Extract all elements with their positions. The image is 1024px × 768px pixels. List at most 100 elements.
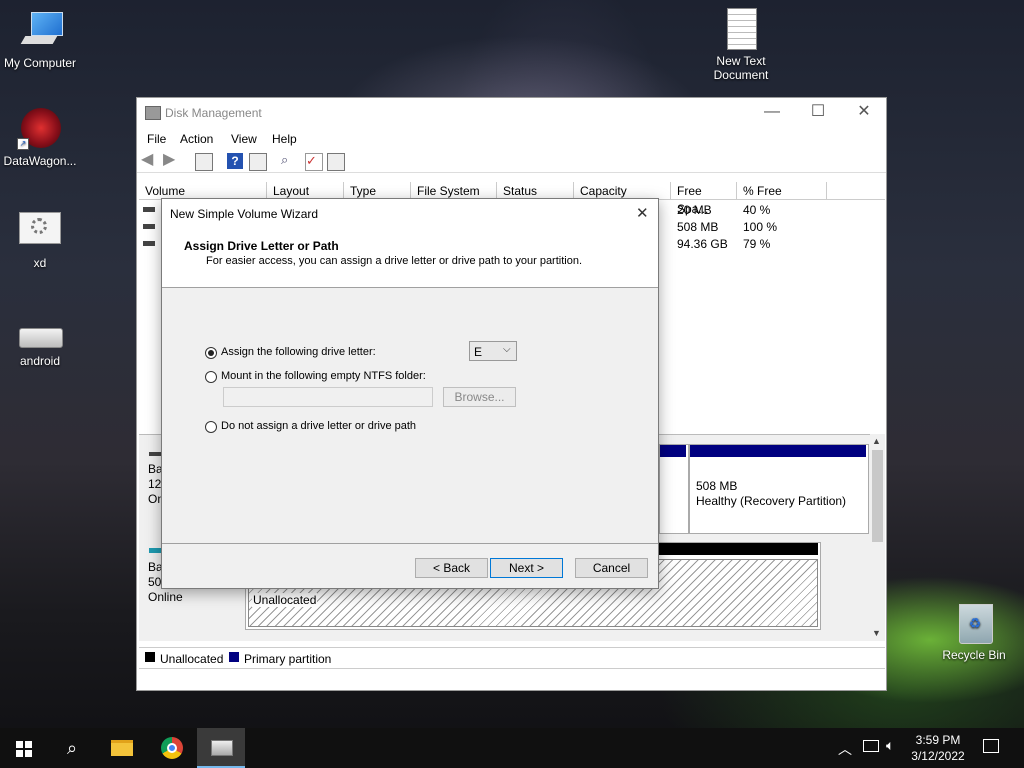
label-no-letter[interactable]: Do not assign a drive letter or drive pa…: [221, 420, 416, 432]
radio-no-letter[interactable]: [205, 421, 217, 433]
volume-icon[interactable]: 🔈︎: [886, 737, 894, 754]
close-button[interactable]: ✕: [841, 98, 887, 128]
help-icon[interactable]: ?: [227, 153, 243, 169]
title-bar[interactable]: Disk Management — ☐ ✕: [137, 98, 886, 128]
text-document-icon: [718, 8, 764, 50]
recycle-bin-icon: ♻: [951, 602, 997, 644]
wizard-heading: Assign Drive Letter or Path: [184, 239, 339, 253]
partition-recovery[interactable]: 508 MB Healthy (Recovery Partition): [689, 444, 869, 534]
datawagon-icon: ↗: [17, 108, 63, 150]
desktop-icon-xd[interactable]: xd: [0, 210, 80, 270]
col-type[interactable]: Type: [344, 182, 411, 199]
menu-view[interactable]: View: [231, 132, 257, 146]
free-space-cell: 508 MB: [677, 220, 719, 234]
drive-letter-value: E: [474, 345, 483, 359]
menu-action[interactable]: Action: [180, 132, 213, 146]
desktop-icon-recycle-bin[interactable]: ♻ Recycle Bin: [934, 602, 1014, 662]
view-icon[interactable]: [249, 153, 267, 171]
legend-primary: Primary partition: [244, 652, 332, 666]
desktop-icon-label: Recycle Bin: [942, 648, 1006, 662]
wizard-close-icon[interactable]: ✕: [636, 204, 649, 222]
check-icon[interactable]: ✓: [305, 153, 323, 171]
legend-unallocated: Unallocated: [160, 652, 224, 666]
label-mount-folder[interactable]: Mount in the following empty NTFS folder…: [221, 370, 426, 382]
col-free-space[interactable]: Free Spa...: [671, 182, 737, 216]
volume-icon: [143, 241, 155, 246]
chevron-up-icon[interactable]: ︿: [838, 739, 852, 759]
radio-assign-letter[interactable]: [205, 347, 217, 359]
label-assign-letter[interactable]: Assign the following drive letter:: [221, 346, 376, 358]
drive-icon: [17, 322, 63, 350]
desktop-icon-label: My Computer: [3, 56, 77, 70]
next-button[interactable]: Next >: [490, 558, 563, 578]
chevron-down-icon: ⌵: [503, 344, 511, 355]
back-button[interactable]: < Back: [415, 558, 488, 578]
cancel-button[interactable]: Cancel: [575, 558, 648, 578]
forward-arrow-icon[interactable]: ▶: [163, 152, 179, 169]
toolbar: ◀ ▶ ? ⌕ ✓: [137, 150, 886, 173]
volume-icon: [143, 224, 155, 229]
desktop-icon-label: android: [19, 354, 61, 368]
properties-icon[interactable]: [195, 153, 213, 171]
legend-swatch-primary: [229, 652, 239, 662]
menu-help[interactable]: Help: [272, 132, 297, 146]
wizard-subheading: For easier access, you can assign a driv…: [206, 255, 583, 267]
desktop-icon-datawagon[interactable]: ↗ DataWagon...: [0, 108, 80, 168]
wizard-title: New Simple Volume Wizard: [170, 207, 319, 221]
search-icon[interactable]: ⌕: [48, 728, 96, 768]
free-space-cell: 94.36 GB: [677, 237, 728, 251]
computer-icon: [17, 10, 63, 52]
vertical-scrollbar[interactable]: ▲ ▼: [870, 434, 885, 640]
maximize-button[interactable]: ☐: [795, 98, 841, 128]
col-file-system[interactable]: File System: [411, 182, 497, 199]
partition-size: 508 MB: [696, 479, 738, 493]
percent-free-cell: 79 %: [743, 237, 771, 251]
legend-bar: Unallocated Primary partition: [139, 647, 885, 669]
disk-1-status: Online: [148, 590, 183, 604]
disk-management-taskbar-icon[interactable]: [197, 728, 245, 768]
disk-management-icon: [145, 106, 161, 120]
folder-path-input[interactable]: [223, 387, 433, 407]
desktop-icon-android[interactable]: android: [0, 322, 80, 368]
col-percent-free[interactable]: % Free: [737, 182, 827, 199]
desktop-icon-my-computer[interactable]: My Computer: [0, 10, 80, 70]
desktop-icon-label: DataWagon...: [3, 154, 77, 168]
scroll-up-icon[interactable]: ▲: [872, 436, 881, 446]
wizard-header: New Simple Volume Wizard ✕ Assign Drive …: [162, 199, 658, 288]
radio-mount-folder[interactable]: [205, 371, 217, 383]
clock-time: 3:59 PM: [915, 733, 961, 747]
windows-logo-icon: [16, 741, 32, 757]
unallocated-label: Unallocated: [252, 593, 318, 607]
minimize-button[interactable]: —: [749, 98, 795, 128]
browse-button[interactable]: Browse...: [443, 387, 516, 407]
file-explorer-icon[interactable]: [98, 728, 146, 768]
col-layout[interactable]: Layout: [267, 182, 344, 199]
chrome-icon[interactable]: [148, 728, 196, 768]
back-arrow-icon[interactable]: ◀: [141, 152, 157, 169]
volume-icon: [143, 207, 155, 212]
scroll-down-icon[interactable]: ▼: [872, 628, 881, 638]
percent-free-cell: 100 %: [743, 220, 778, 234]
col-volume[interactable]: Volume: [139, 182, 267, 199]
percent-free-cell: 40 %: [743, 203, 771, 217]
desktop-icon-new-text-document[interactable]: New Text Document: [701, 8, 781, 82]
list-icon[interactable]: [327, 153, 345, 171]
start-button[interactable]: [0, 728, 48, 768]
menu-file[interactable]: File: [147, 132, 166, 146]
legend-swatch-unallocated: [145, 652, 155, 662]
col-capacity[interactable]: Capacity: [574, 182, 671, 199]
taskbar: ⌕ ︿ 🔈︎ 3:59 PM 3/12/2022: [0, 728, 1024, 768]
partition-segment[interactable]: [659, 444, 689, 534]
disk-icon: [149, 452, 161, 456]
clock-date: 3/12/2022: [911, 749, 965, 763]
notification-icon[interactable]: [983, 739, 999, 753]
col-status[interactable]: Status: [497, 182, 574, 199]
clock[interactable]: 3:59 PM 3/12/2022: [904, 732, 972, 764]
drive-letter-select[interactable]: E ⌵: [469, 341, 517, 361]
partition-status: Healthy (Recovery Partition): [696, 494, 847, 508]
window-title: Disk Management: [165, 106, 262, 120]
disk-icon: [149, 548, 161, 553]
connect-icon[interactable]: ⌕: [281, 153, 297, 169]
network-icon[interactable]: [863, 740, 879, 752]
free-space-cell: 20 MB: [677, 203, 712, 217]
